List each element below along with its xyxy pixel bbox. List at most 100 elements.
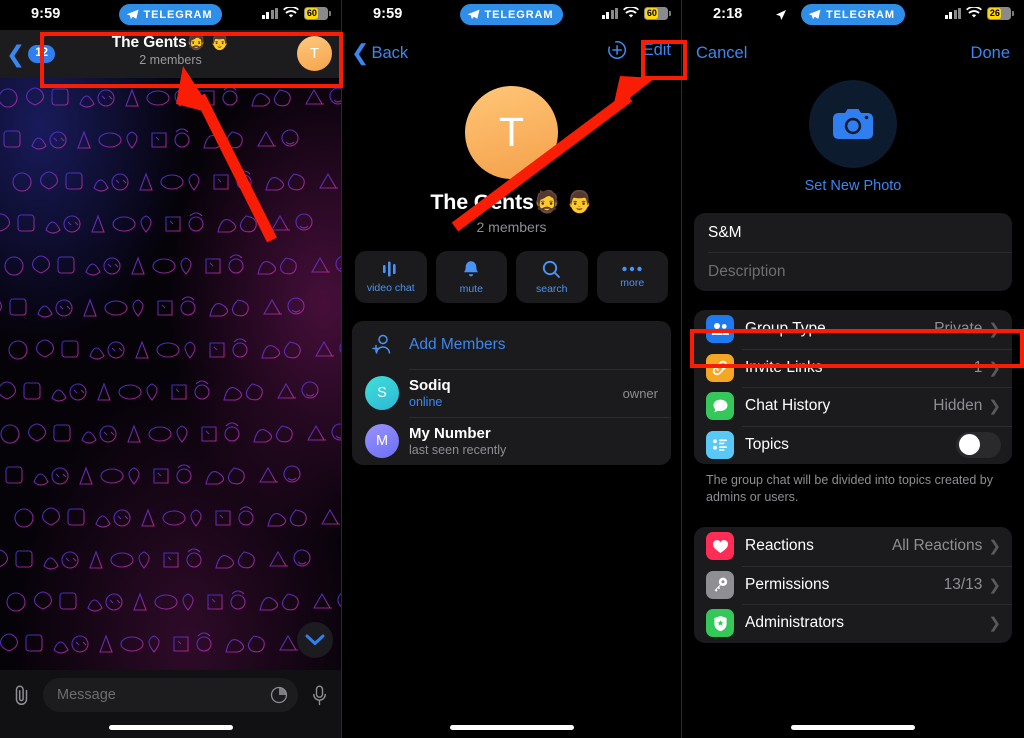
member-name: Sodiq (409, 377, 451, 394)
group-members-count: 2 members (476, 219, 547, 235)
telegram-plane-icon (467, 9, 479, 20)
edit-button[interactable]: Edit (643, 41, 671, 60)
paperclip-icon (15, 685, 28, 705)
scroll-to-bottom-button[interactable] (297, 622, 333, 658)
telegram-plane-icon (808, 9, 821, 20)
list-bullets-icon (706, 430, 734, 459)
setting-row-topics[interactable]: Topics (694, 425, 1012, 465)
panel-edit-group: 2:18 TELEGRAM 26 Cancel Done Set New Pho… (682, 0, 1024, 738)
message-placeholder: Message (57, 687, 116, 703)
profile-nav-bar: ❮ Back Edit (342, 30, 681, 76)
screenshot-root: 9:59 TELEGRAM 60 ❮ 12 The Gents🧔 👨 2 mem… (0, 0, 1024, 738)
member-name: My Number (409, 425, 491, 442)
action-mute[interactable]: mute (435, 251, 507, 303)
chat-wallpaper (0, 78, 341, 670)
chevron-right-icon: ❯ (988, 615, 1001, 633)
back-button[interactable]: ❮ Back (342, 42, 408, 64)
signal-bars-icon (601, 7, 619, 19)
setting-row-permissions[interactable]: Permissions 13/13 ❯ (694, 565, 1012, 605)
setting-row-invite-links[interactable]: Invite Links 1 ❯ (694, 348, 1012, 388)
wifi-icon (623, 7, 640, 18)
status-bar-left: 9:59 TELEGRAM 60 (0, 0, 341, 30)
link-icon (706, 353, 734, 382)
chat-back-button[interactable]: ❮ 12 (0, 40, 56, 67)
group-name-value: S&M (708, 223, 742, 241)
location-arrow-icon (776, 10, 786, 20)
sticker-icon[interactable] (270, 686, 288, 704)
heart-icon (706, 532, 734, 561)
action-more[interactable]: more (596, 251, 668, 303)
set-new-photo-label[interactable]: Set New Photo (682, 178, 1024, 194)
setting-label: Group Type (745, 320, 826, 338)
member-row[interactable]: S Sodiq online owner (352, 369, 671, 417)
group-people-icon (706, 315, 734, 344)
done-button[interactable]: Done (971, 44, 1010, 63)
more-dots-icon (622, 266, 642, 272)
battery-icon: 60 (644, 7, 671, 20)
action-video-chat[interactable]: video chat (355, 251, 427, 303)
telegram-plane-icon (126, 9, 138, 20)
unread-badge: 12 (28, 45, 56, 63)
attach-button[interactable] (9, 678, 35, 712)
panel-group-profile: 9:59 TELEGRAM 60 ❮ Back Edit T The Gents… (341, 0, 682, 738)
group-avatar[interactable]: T (465, 86, 558, 179)
status-time: 2:18 (713, 6, 743, 22)
settings-card-secondary: Reactions All Reactions ❯ Permissions 13… (694, 527, 1012, 643)
home-indicator (449, 725, 574, 730)
status-bar-right: 2:18 TELEGRAM 26 (682, 0, 1024, 30)
chevron-left-icon: ❮ (351, 40, 370, 65)
battery-level: 26 (988, 8, 1002, 19)
member-info: My Number last seen recently (399, 419, 658, 463)
chevron-left-icon: ❮ (6, 40, 26, 67)
battery-icon: 60 (304, 7, 331, 20)
status-right-cluster: 60 (601, 7, 671, 20)
quick-actions-row: video chat mute search more (342, 235, 681, 303)
cancel-button[interactable]: Cancel (696, 44, 747, 63)
member-row[interactable]: M My Number last seen recently (352, 417, 671, 465)
setting-row-group-type[interactable]: Group Type Private ❯ (694, 310, 1012, 349)
topics-help-text: The group chat will be divided into topi… (706, 473, 993, 504)
group-name-field[interactable]: S&M (694, 213, 1012, 252)
battery-level: 60 (645, 8, 659, 19)
shield-star-icon (706, 609, 734, 638)
telegram-pill-label: TELEGRAM (826, 8, 895, 21)
battery-icon: 26 (987, 7, 1014, 20)
home-indicator (108, 725, 233, 730)
add-members-row[interactable]: Add Members (352, 321, 671, 369)
message-input[interactable]: Message (43, 678, 298, 712)
signal-bars-icon (261, 7, 279, 19)
chat-avatar[interactable]: T (297, 36, 332, 71)
setting-label: Topics (745, 435, 789, 453)
setting-label: Chat History (745, 397, 831, 415)
group-info-card: S&M Description (694, 213, 1012, 291)
settings-card-primary: Group Type Private ❯ Invite Links 1 ❯ Ch… (694, 310, 1012, 464)
member-status: last seen recently (409, 443, 507, 457)
telegram-pill: TELEGRAM (459, 4, 564, 25)
action-label: search (535, 282, 568, 295)
members-card: Add Members S Sodiq online owner M My Nu… (352, 321, 671, 465)
add-members-label: Add Members (409, 336, 506, 353)
search-icon (543, 260, 561, 278)
topics-toggle[interactable] (956, 431, 1001, 458)
profile-nav-actions: Edit (607, 39, 671, 61)
chevron-right-icon: ❯ (988, 359, 1001, 377)
chat-bubble-icon (706, 392, 734, 421)
chat-header[interactable]: ❮ 12 The Gents🧔 👨 2 members T (0, 30, 341, 78)
panel-chat: 9:59 TELEGRAM 60 ❮ 12 The Gents🧔 👨 2 mem… (0, 0, 341, 738)
setting-row-chat-history[interactable]: Chat History Hidden ❯ (694, 387, 1012, 426)
group-description-field[interactable]: Description (694, 252, 1012, 291)
setting-row-administrators[interactable]: Administrators ❯ (694, 604, 1012, 643)
setting-row-reactions[interactable]: Reactions All Reactions ❯ (694, 527, 1012, 566)
group-title: The Gents🧔 👨 (430, 190, 593, 214)
video-chat-icon (382, 261, 396, 277)
add-person-icon[interactable] (607, 39, 629, 61)
setting-value: 1 (973, 358, 983, 376)
add-person-outline-icon (372, 334, 391, 354)
setting-value: Hidden (933, 397, 983, 415)
set-photo-circle[interactable] (809, 80, 897, 168)
voice-record-button[interactable] (306, 678, 332, 712)
setting-label: Administrators (745, 614, 845, 632)
action-label: more (620, 277, 645, 289)
action-search[interactable]: search (516, 251, 588, 303)
setting-label: Reactions (745, 537, 814, 555)
